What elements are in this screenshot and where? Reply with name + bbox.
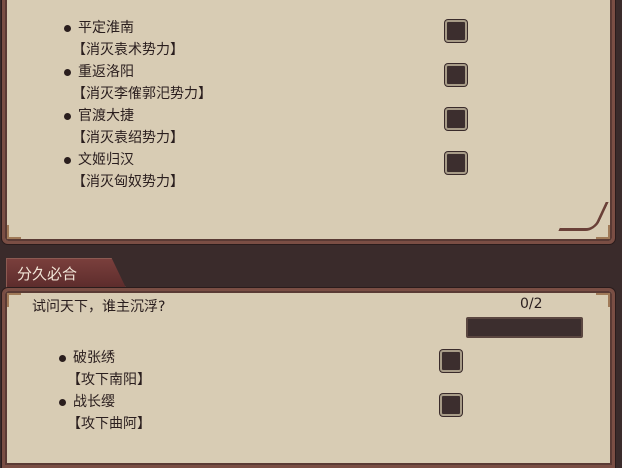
task-checkbox[interactable]: [445, 20, 467, 42]
bullet-icon: [59, 399, 66, 406]
bullet-icon: [64, 25, 71, 32]
bullet-icon: [59, 355, 66, 362]
task-condition: 【攻下南阳】: [67, 372, 151, 388]
task-checkbox[interactable]: [440, 350, 462, 372]
task-checkbox[interactable]: [445, 108, 467, 130]
corner-ornament: [7, 293, 21, 307]
progress-count: 0/2: [520, 296, 543, 312]
task-name: 破张绣: [73, 350, 115, 366]
task-name: 官渡大捷: [78, 108, 134, 124]
task-condition: 【消灭袁绍势力】: [72, 130, 184, 146]
bullet-icon: [64, 69, 71, 76]
task-name: 平定淮南: [78, 20, 134, 36]
task-name: 文姬归汉: [78, 152, 134, 168]
task-item: 文姬归汉 【消灭匈奴势力】: [5, 149, 612, 193]
achievement-panel-top: 平定淮南 【消灭袁术势力】 重返洛阳 【消灭李傕郭汜势力】 官渡大捷 【消灭袁绍…: [2, 0, 615, 244]
task-item: 重返洛阳 【消灭李傕郭汜势力】: [5, 61, 612, 105]
quest-title: 试问天下，谁主沉浮?: [32, 299, 166, 315]
bullet-icon: [64, 157, 71, 164]
section-tab-fenjiubihe[interactable]: 分久必合: [6, 258, 126, 288]
task-condition: 【消灭匈奴势力】: [72, 174, 184, 190]
task-item: 破张绣 【攻下南阳】: [0, 347, 622, 391]
task-name: 战长缨: [73, 394, 115, 410]
corner-ornament: [7, 225, 21, 239]
task-checkbox[interactable]: [445, 64, 467, 86]
task-condition: 【消灭李傕郭汜势力】: [72, 86, 212, 102]
corner-ornament: [596, 293, 610, 307]
task-checkbox[interactable]: [445, 152, 467, 174]
progress-bar: [466, 317, 583, 338]
task-checkbox[interactable]: [440, 394, 462, 416]
task-condition: 【消灭袁术势力】: [72, 42, 184, 58]
task-item: 战长缨 【攻下曲阿】: [0, 391, 622, 435]
task-condition: 【攻下曲阿】: [67, 416, 151, 432]
corner-ornament: [596, 225, 610, 239]
task-name: 重返洛阳: [78, 64, 134, 80]
task-item: 官渡大捷 【消灭袁绍势力】: [5, 105, 612, 149]
task-item: 平定淮南 【消灭袁术势力】: [5, 17, 612, 61]
bullet-icon: [64, 113, 71, 120]
